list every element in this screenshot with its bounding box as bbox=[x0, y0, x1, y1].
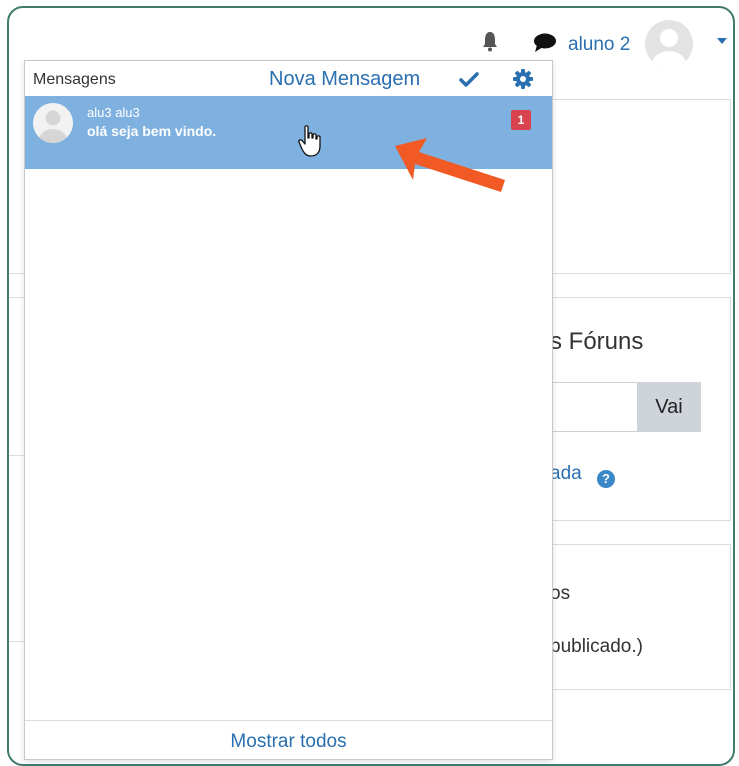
message-sender: alu3 alu3 bbox=[87, 105, 140, 120]
popover-title: Mensagens bbox=[33, 71, 116, 88]
help-icon[interactable]: ? bbox=[597, 470, 615, 488]
avatar[interactable] bbox=[645, 20, 693, 68]
bell-icon[interactable] bbox=[481, 30, 499, 52]
popover-footer: Mostrar todos bbox=[25, 720, 552, 759]
caret-down-icon[interactable] bbox=[717, 38, 727, 44]
block-card bbox=[539, 99, 731, 274]
news-card bbox=[539, 544, 731, 690]
published-text: publicado.) bbox=[550, 636, 643, 657]
search-button[interactable]: Vai bbox=[637, 382, 701, 432]
gear-icon[interactable] bbox=[513, 69, 533, 89]
chat-icon[interactable] bbox=[533, 32, 557, 54]
new-message-link[interactable]: Nova Mensagem bbox=[269, 68, 420, 91]
user-name[interactable]: aluno 2 bbox=[568, 34, 630, 56]
advanced-search-link[interactable]: ada bbox=[550, 463, 582, 485]
avatar bbox=[33, 103, 73, 143]
hand-cursor-icon bbox=[298, 125, 321, 157]
annotation-arrow-icon bbox=[395, 138, 505, 192]
section-title: os bbox=[550, 583, 571, 604]
unread-count-badge: 1 bbox=[511, 110, 531, 130]
show-all-link[interactable]: Mostrar todos bbox=[25, 731, 552, 753]
message-preview: olá seja bem vindo. bbox=[87, 123, 217, 139]
forum-search-input[interactable] bbox=[550, 382, 638, 432]
forums-heading: s Fóruns bbox=[550, 328, 644, 355]
popover-header: Mensagens Nova Mensagem bbox=[25, 61, 552, 97]
mark-all-read-icon[interactable] bbox=[459, 71, 479, 89]
window-frame: aluno 2 s Fóruns Vai ada ? os publicado.… bbox=[7, 6, 735, 766]
top-navbar: aluno 2 bbox=[9, 8, 733, 68]
